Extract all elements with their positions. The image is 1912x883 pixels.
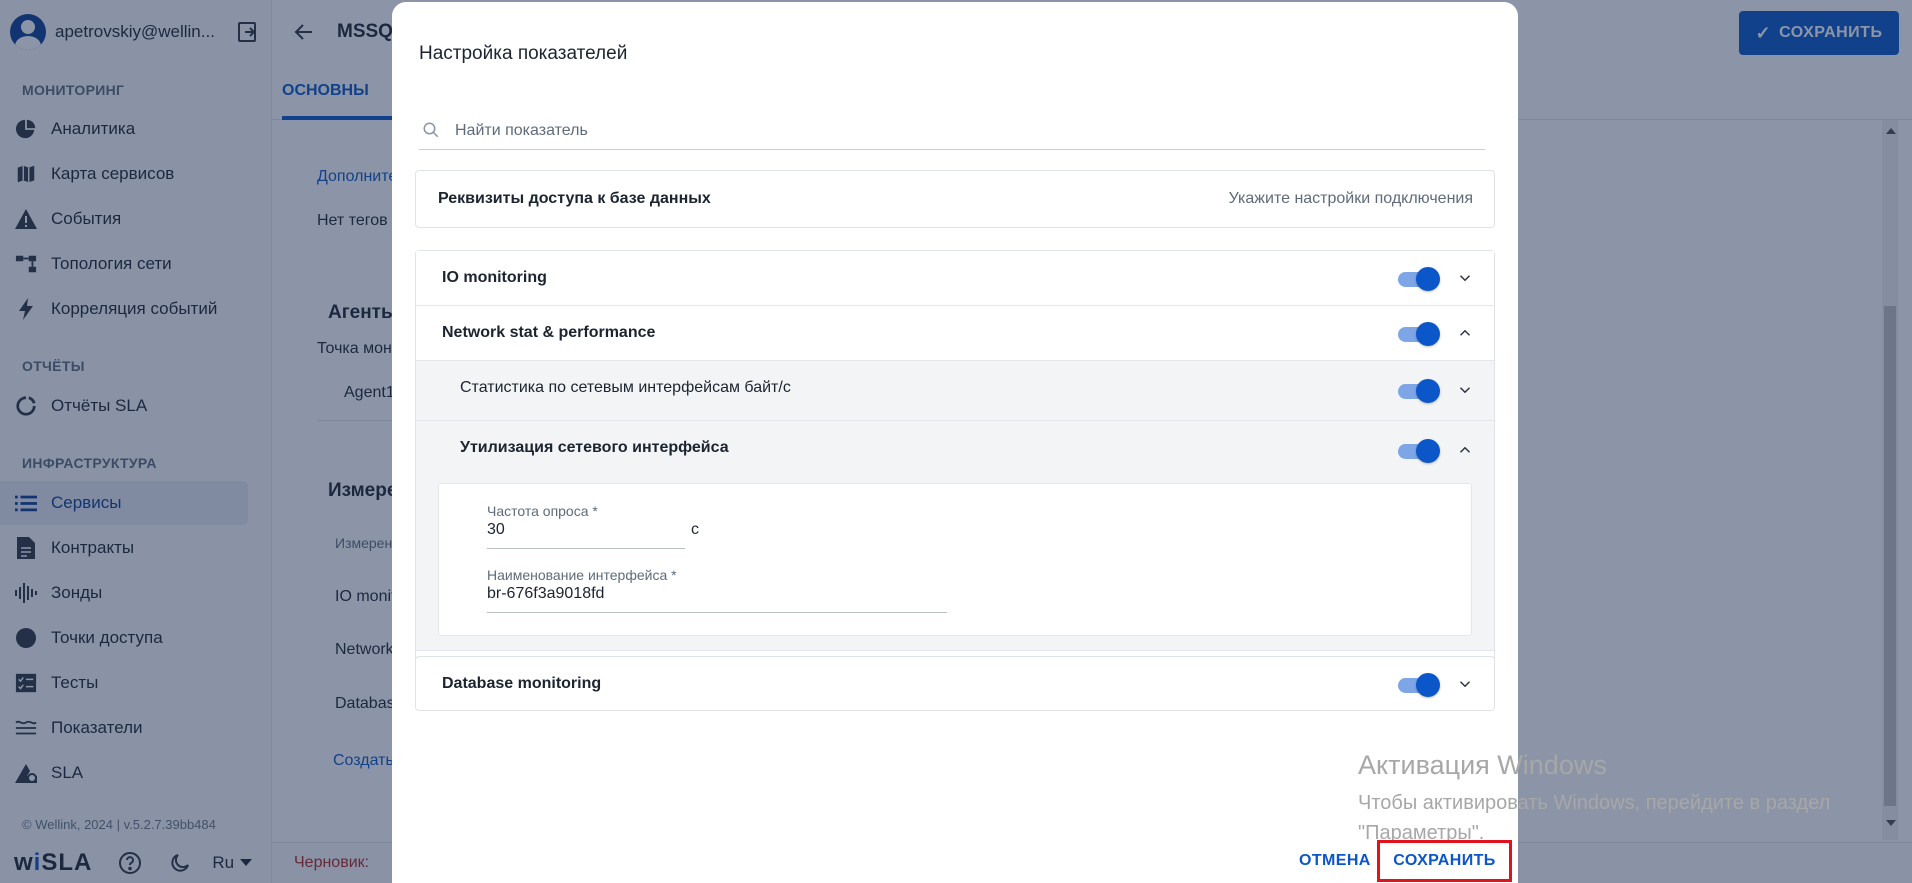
- metric-name: Network stat & performance: [442, 324, 656, 341]
- search-field: [419, 115, 1485, 150]
- submetric-name: Статистика по сетевым интерфейсам байт/с: [460, 379, 791, 396]
- credentials-title: Реквизиты доступа к базе данных: [438, 190, 711, 207]
- credentials-hint: Укажите настройки подключения: [1228, 190, 1473, 207]
- metrics-list: IO monitoring Network stat & performance…: [415, 250, 1495, 710]
- poll-interval-unit: с: [691, 521, 699, 538]
- metric-row-io[interactable]: IO monitoring: [416, 251, 1494, 306]
- dialog-title: Настройка показателей: [419, 43, 628, 64]
- search-input[interactable]: [455, 119, 1475, 143]
- metric-name: IO monitoring: [442, 269, 547, 286]
- utilization-settings: Частота опроса * 30 с Наименование интер…: [438, 483, 1472, 636]
- windows-activation-title: Активация Windows: [1358, 750, 1607, 780]
- cancel-button[interactable]: ОТМЕНА: [1299, 852, 1371, 870]
- submetric-toggle[interactable]: [1398, 379, 1440, 403]
- network-submetrics: Статистика по сетевым интерфейсам байт/с…: [416, 361, 1494, 651]
- metric-toggle[interactable]: [1398, 673, 1440, 697]
- interface-name-label: Наименование интерфейса *: [487, 567, 677, 583]
- metric-toggle[interactable]: [1398, 267, 1440, 291]
- search-icon: [423, 122, 439, 138]
- chevron-down-icon[interactable]: [1456, 675, 1474, 693]
- submetric-row-bytes[interactable]: Статистика по сетевым интерфейсам байт/с: [416, 361, 1494, 421]
- metric-name: Database monitoring: [442, 675, 602, 692]
- db-credentials-row[interactable]: Реквизиты доступа к базе данных Укажите …: [415, 170, 1495, 228]
- windows-activation-text: Чтобы активировать Windows, перейдите в …: [1358, 792, 1831, 844]
- metrics-settings-dialog: Настройка показателей Реквизиты доступа …: [392, 2, 1518, 883]
- poll-interval-input[interactable]: 30: [487, 521, 505, 539]
- chevron-down-icon[interactable]: [1456, 381, 1474, 399]
- save-button[interactable]: СОХРАНИТЬ: [1377, 840, 1512, 882]
- poll-interval-label: Частота опроса *: [487, 503, 598, 519]
- submetric-toggle[interactable]: [1398, 439, 1440, 463]
- chevron-down-icon[interactable]: [1456, 269, 1474, 287]
- field-underline: [487, 548, 685, 549]
- submetric-name: Утилизация сетевого интерфейса: [460, 439, 729, 456]
- chevron-up-icon[interactable]: [1456, 324, 1474, 342]
- metric-row-network[interactable]: Network stat & performance: [416, 306, 1494, 361]
- field-underline: [487, 612, 947, 613]
- submetric-row-utilization[interactable]: Утилизация сетевого интерфейса: [416, 421, 1494, 481]
- metric-toggle[interactable]: [1398, 322, 1440, 346]
- metric-row-database[interactable]: Database monitoring: [415, 656, 1495, 711]
- interface-name-input[interactable]: br-676f3a9018fd: [487, 585, 604, 603]
- chevron-up-icon[interactable]: [1456, 441, 1474, 459]
